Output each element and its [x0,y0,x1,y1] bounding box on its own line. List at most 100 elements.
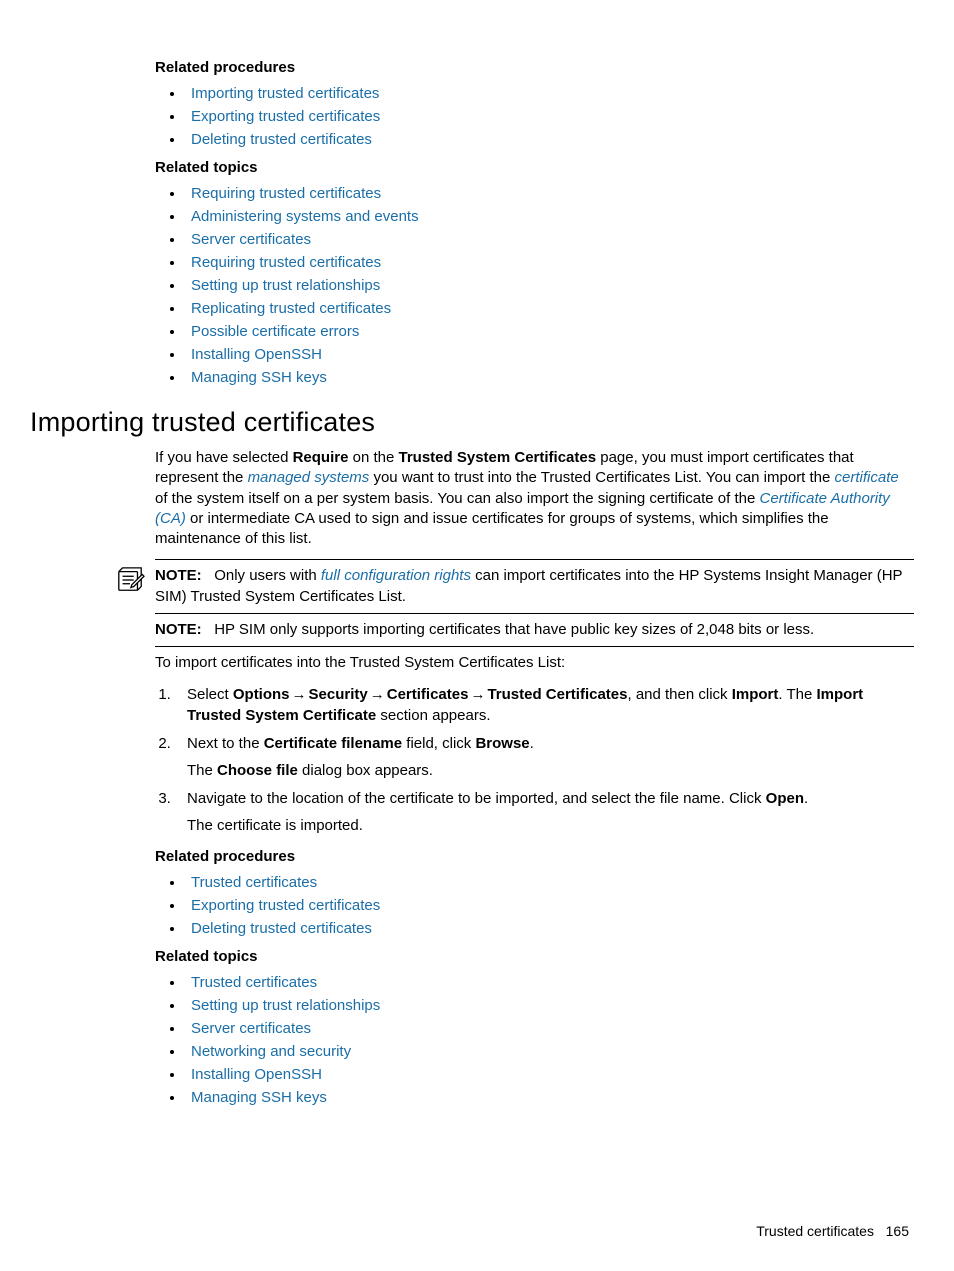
list-item: Server certificates [185,1017,914,1040]
text: on the [348,449,398,466]
term-managed-systems[interactable]: managed systems [248,469,370,486]
related-topics-list: Requiring trusted certificates Administe… [155,182,914,389]
link-possible-certificate-errors[interactable]: Possible certificate errors [191,323,359,340]
note-block: NOTE: Only users with full configuration… [155,559,914,647]
page-number: 165 [886,1223,909,1239]
text: of the system itself on a per system bas… [155,490,759,507]
lead-text: To import certificates into the Trusted … [155,653,914,673]
related-topics-heading: Related topics [155,159,914,176]
text: Navigate to the location of the certific… [187,790,766,807]
text: HP SIM only supports importing certifica… [214,621,814,638]
link-exporting-trusted-certificates[interactable]: Exporting trusted certificates [191,108,380,125]
text: field, click [402,735,475,752]
text: . The [778,686,816,703]
list-item: Possible certificate errors [185,320,914,343]
link-deleting-trusted-certificates[interactable]: Deleting trusted certificates [191,920,372,937]
list-item: Setting up trust relationships [185,274,914,297]
link-managing-ssh-keys[interactable]: Managing SSH keys [191,369,327,386]
text: Only users with [214,567,321,584]
text-bold: Certificate filename [264,735,402,752]
list-item: Networking and security [185,1040,914,1063]
note-icon [115,560,155,598]
link-managing-ssh-keys[interactable]: Managing SSH keys [191,1089,327,1106]
link-installing-openssh[interactable]: Installing OpenSSH [191,346,322,363]
link-networking-and-security[interactable]: Networking and security [191,1043,351,1060]
text-bold: Security [309,686,368,703]
list-item: Exporting trusted certificates [185,894,914,917]
list-item: Requiring trusted certificates [185,182,914,205]
term-full-configuration-rights[interactable]: full configuration rights [321,567,471,584]
list-item: Importing trusted certificates [185,82,914,105]
link-trusted-certificates[interactable]: Trusted certificates [191,974,317,991]
related-procedures-heading: Related procedures [155,59,914,76]
arrow-icon: → [290,686,309,703]
link-server-certificates[interactable]: Server certificates [191,1020,311,1037]
related-topics-heading: Related topics [155,948,914,965]
text-bold: Require [293,449,349,466]
note-text: NOTE: HP SIM only supports importing cer… [155,614,914,646]
page-footer: Trusted certificates 165 [756,1223,909,1239]
related-procedures-list: Importing trusted certificates Exporting… [155,82,914,151]
list-item: Replicating trusted certificates [185,297,914,320]
list-item: Installing OpenSSH [185,343,914,366]
text-bold: Browse [475,735,529,752]
text: dialog box appears. [298,762,433,779]
list-item: Trusted certificates [185,971,914,994]
text: . [804,790,808,807]
term-certificate[interactable]: certificate [835,469,899,486]
text-bold: Trusted System Certificates [399,449,597,466]
text-bold: Certificates [387,686,469,703]
text: . [530,735,534,752]
list-item: Managing SSH keys [185,1086,914,1109]
text: , and then click [627,686,731,703]
text: or intermediate CA used to sign and issu… [155,510,829,547]
list-item: Requiring trusted certificates [185,251,914,274]
link-requiring-trusted-certificates[interactable]: Requiring trusted certificates [191,185,381,202]
text: you want to trust into the Trusted Certi… [369,469,834,486]
step-sub: The Choose file dialog box appears. [187,760,914,781]
step-item: Select Options→Security→Certificates→Tru… [175,681,914,730]
note-text: NOTE: Only users with full configuration… [155,560,914,613]
list-item: Setting up trust relationships [185,994,914,1017]
link-administering-systems-and-events[interactable]: Administering systems and events [191,208,419,225]
step-item: Next to the Certificate filename field, … [175,730,914,785]
step-item: Navigate to the location of the certific… [175,785,914,840]
text-bold: Options [233,686,290,703]
list-item: Deleting trusted certificates [185,917,914,940]
text: section appears. [376,707,490,724]
link-installing-openssh[interactable]: Installing OpenSSH [191,1066,322,1083]
intro-paragraph: If you have selected Require on the Trus… [155,448,914,549]
link-setting-up-trust-relationships[interactable]: Setting up trust relationships [191,997,380,1014]
text: Select [187,686,233,703]
text-bold: Trusted Certificates [487,686,627,703]
link-importing-trusted-certificates[interactable]: Importing trusted certificates [191,85,379,102]
steps-list: Select Options→Security→Certificates→Tru… [155,681,914,840]
link-trusted-certificates[interactable]: Trusted certificates [191,874,317,891]
text: Next to the [187,735,264,752]
text-bold: Open [766,790,804,807]
section-title: Importing trusted certificates [30,407,914,438]
link-exporting-trusted-certificates[interactable]: Exporting trusted certificates [191,897,380,914]
related-procedures-list: Trusted certificates Exporting trusted c… [155,871,914,940]
note-label: NOTE: [155,621,202,638]
list-item: Administering systems and events [185,205,914,228]
arrow-icon: → [368,686,387,703]
arrow-icon: → [468,686,487,703]
link-setting-up-trust-relationships[interactable]: Setting up trust relationships [191,277,380,294]
text: The [187,762,217,779]
text-bold: Choose file [217,762,298,779]
link-replicating-trusted-certificates[interactable]: Replicating trusted certificates [191,300,391,317]
related-topics-list: Trusted certificates Setting up trust re… [155,971,914,1109]
text-bold: Import [732,686,779,703]
link-deleting-trusted-certificates[interactable]: Deleting trusted certificates [191,131,372,148]
link-server-certificates[interactable]: Server certificates [191,231,311,248]
list-item: Installing OpenSSH [185,1063,914,1086]
text: If you have selected [155,449,293,466]
link-requiring-trusted-certificates-2[interactable]: Requiring trusted certificates [191,254,381,271]
list-item: Managing SSH keys [185,366,914,389]
step-sub: The certificate is imported. [187,815,914,836]
note-label: NOTE: [155,567,202,584]
list-item: Trusted certificates [185,871,914,894]
list-item: Exporting trusted certificates [185,105,914,128]
related-procedures-heading: Related procedures [155,848,914,865]
